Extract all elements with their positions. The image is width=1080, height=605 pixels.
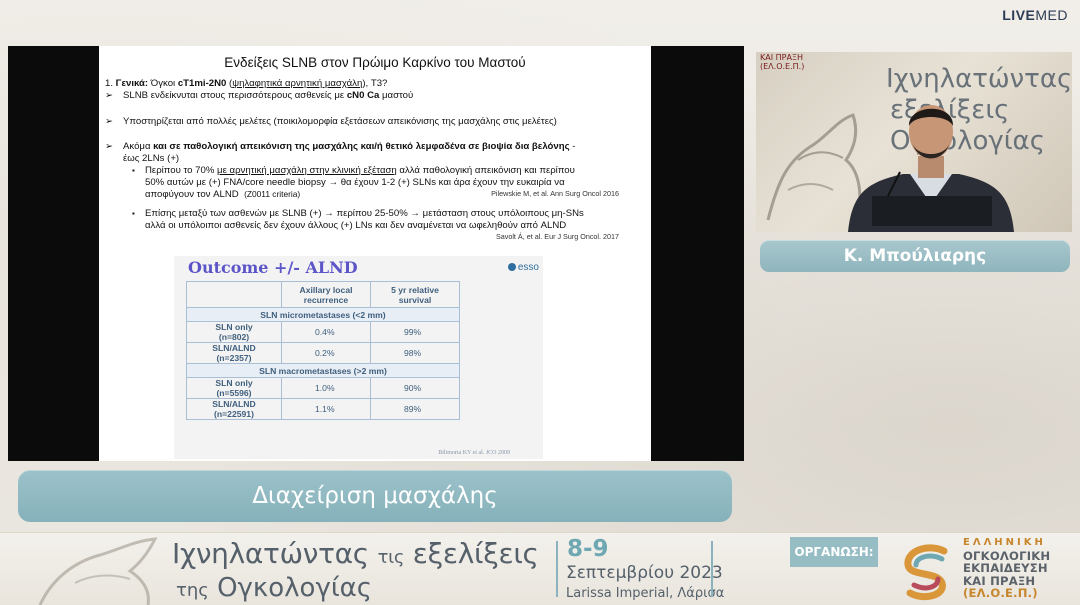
esso-logo-icon	[507, 263, 516, 272]
conference-footer-banner: Ιχνηλατώντας τις εξελίξεις της Ογκολογία…	[0, 532, 1080, 605]
presentation-slide: Ενδείξεις SLNB στον Πρώιμο Καρκίνο του Μ…	[99, 46, 651, 461]
citation: Savolt Á, et al. Eur J Surg Oncol. 2017	[495, 231, 619, 241]
slide-line-general: 1. Γενικά: Όγκοι cT1mi-2N0 (ψηλαφητικά α…	[105, 78, 388, 89]
outcome-table-title: Outcome +/- ALND	[188, 258, 358, 277]
slide-title: Ενδείξεις SLNB στον Πρώιμο Καρκίνο του Μ…	[224, 55, 526, 70]
arrow-bullet-icon: ➢	[105, 141, 114, 153]
square-bullet-icon: ▪	[132, 209, 135, 219]
outcome-table-image: Outcome +/- ALND esso Axillary local rec…	[174, 256, 543, 459]
arrow-bullet-icon: ➢	[105, 89, 114, 101]
conference-title-line2: της Ογκολογίας	[176, 573, 373, 603]
slide-body: 1. Γενικά: Όγκοι cT1mi-2N0 (ψηλαφητικά α…	[105, 78, 647, 241]
esso-logo: esso	[507, 262, 539, 273]
divider	[556, 541, 558, 597]
horse-sketch-icon	[38, 537, 158, 605]
arrow-bullet-icon: ➢	[105, 115, 114, 127]
speaker-name-caption: Κ. Μπούλιαρης	[760, 240, 1070, 272]
conference-month: Σεπτεμβρίου 2023	[566, 563, 723, 583]
table-row: SLN/ALND (n=2357) 0.2% 98%	[186, 342, 460, 364]
table-row: SLN/ALND (n=22591) 1.1% 89%	[186, 398, 460, 420]
organizer-name: ΕΛΛΗΝΙΚΗ ΟΓΚΟΛΟΓΙΚΗ ΕΚΠΑΙΔΕΥΣΗ ΚΑΙ ΠΡΑΞΗ…	[963, 537, 1051, 600]
table-header-row: Axillary local recurrence 5 yr relative …	[186, 281, 460, 308]
conference-title-line1: Ιχνηλατώντας τις εξελίξεις	[172, 537, 539, 570]
slide-bullet-3: ➢ Ακόμα και σε παθολογική απεικόνιση της…	[105, 141, 576, 165]
livemed-logo: LIVEMED	[1002, 7, 1068, 23]
divider	[711, 541, 713, 597]
table-row: SLN only (n=802) 0.4% 99%	[186, 321, 460, 343]
slide-subbullet-1: ▪ Περίπου το 70% με αρνητική μασχάλη στη…	[105, 165, 647, 200]
speaker-figure	[848, 105, 1014, 232]
outcome-table: Axillary local recurrence 5 yr relative …	[186, 281, 460, 420]
conference-venue: Larissa Imperial, Λάρισα	[566, 586, 725, 601]
eloep-logo-icon	[904, 544, 948, 601]
slide-bullet-2: ➢ Υποστηρίζεται από πολλές μελέτες (ποικ…	[105, 115, 557, 127]
conference-dates: 8-9	[567, 536, 609, 562]
table-row: SLN only (n=5596) 1.0% 90%	[186, 377, 460, 399]
table-band: SLN macrometastases (>2 mm)	[186, 363, 460, 378]
video-org-text: ΚΑΙ ΠΡΑΞΗ (ΕΛ.Ο.Ε.Π.)	[760, 53, 805, 71]
slide-viewport: Ενδείξεις SLNB στον Πρώιμο Καρκίνο του Μ…	[8, 46, 744, 461]
square-bullet-icon: ▪	[132, 165, 135, 175]
speaker-video: ΚΑΙ ΠΡΑΞΗ (ΕΛ.Ο.Ε.Π.) Ιχνηλατώντας εξελίξ…	[756, 52, 1072, 232]
topic-caption: Διαχείριση μασχάλης	[18, 470, 732, 522]
citation: Bilimoria KY et al. JCO 2009	[438, 450, 510, 456]
table-band: SLN micrometastases (<2 mm)	[186, 307, 460, 322]
slide-bullet-1: ➢ SLNB ενδείκνυται στους περισσότερους α…	[105, 89, 414, 101]
citation: Pilewskie M, et al. Ann Surg Oncol 2016	[491, 189, 619, 199]
slide-subbullet-2: ▪ Επίσης μεταξύ των ασθενών με SLNB (+) …	[132, 208, 584, 232]
organizer-label: ΟΡΓΑΝΩΣΗ:	[790, 537, 878, 567]
